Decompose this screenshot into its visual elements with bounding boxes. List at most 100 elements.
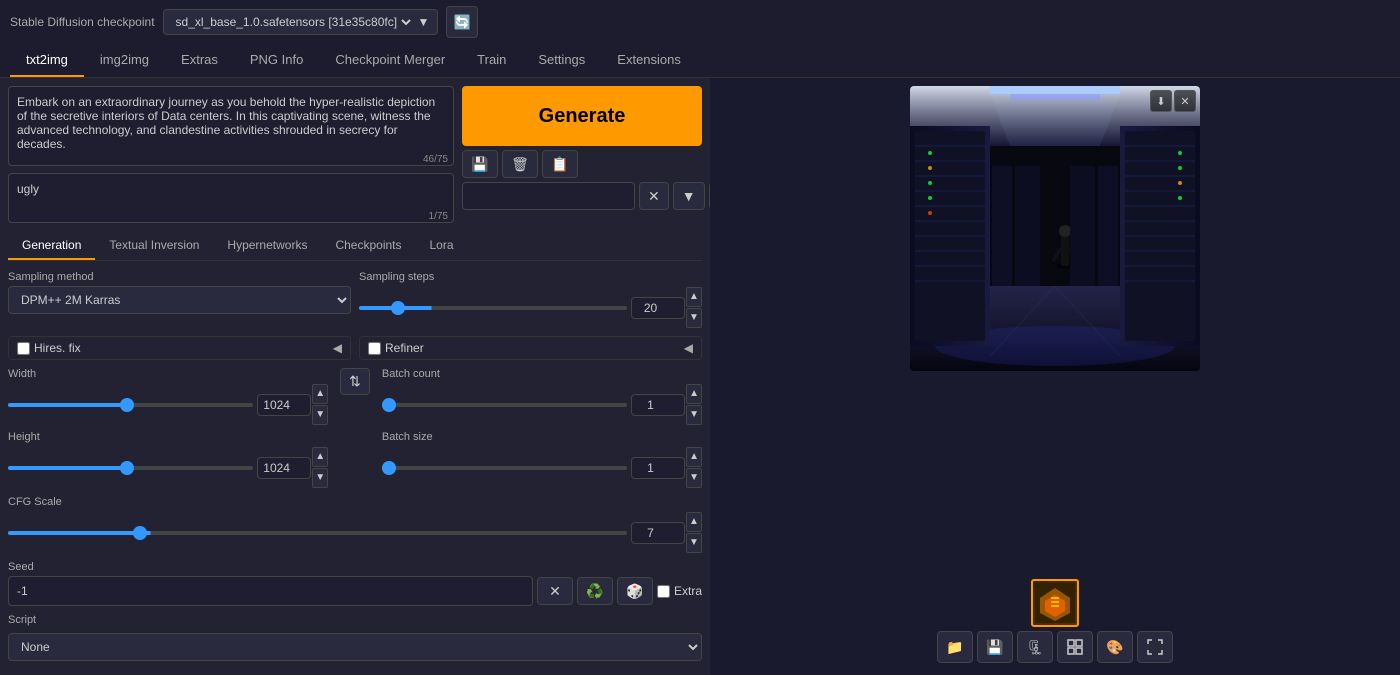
height-down-btn[interactable]: ▼ — [312, 468, 328, 488]
datacenter-svg — [910, 86, 1200, 371]
sampling-row: Sampling method DPM++ 2M Karras Sampling… — [8, 271, 702, 328]
batch-size-slider[interactable] — [382, 466, 627, 470]
batch-count-up-btn[interactable]: ▲ — [686, 384, 702, 404]
refresh-checkpoint-button[interactable]: 🔄 — [446, 6, 478, 38]
batch-count-num: ▲ ▼ — [631, 384, 702, 425]
negative-prompt-input[interactable] — [8, 173, 454, 223]
seed-clear-button[interactable]: ✕ — [537, 577, 573, 605]
image-close-btn[interactable]: ✕ — [1174, 90, 1196, 112]
thumbnail-area — [1031, 579, 1079, 627]
height-up-btn[interactable]: ▲ — [312, 447, 328, 467]
width-input[interactable] — [257, 394, 311, 416]
seed-dice-button[interactable]: 🎲 — [617, 577, 653, 605]
save-btn[interactable]: 💾 — [977, 631, 1013, 663]
generate-button[interactable]: Generate — [462, 86, 702, 146]
positive-prompt-area: 46/75 — [8, 86, 454, 169]
sampling-steps-num: ▲ ▼ — [631, 287, 702, 328]
refiner-checkbox-label[interactable]: Refiner — [368, 341, 424, 355]
tab-checkpoint-merger[interactable]: Checkpoint Merger — [319, 44, 461, 77]
tab-extensions[interactable]: Extensions — [601, 44, 697, 77]
height-label: Height — [8, 431, 328, 443]
tab-settings[interactable]: Settings — [522, 44, 601, 77]
prompt-section: 46/75 1/75 Generate 💾 🗑 📋 — [8, 86, 702, 226]
hires-checkbox[interactable] — [17, 342, 30, 355]
steps-up-btn[interactable]: ▲ — [686, 287, 702, 307]
sampling-method-label: Sampling method — [8, 271, 351, 283]
width-slider-row: ▲ ▼ — [8, 384, 328, 425]
app-container: Stable Diffusion checkpoint sd_xl_base_1… — [0, 0, 1400, 675]
hires-collapse-btn[interactable]: ◀ — [333, 341, 342, 355]
hires-checkbox-label[interactable]: Hires. fix — [17, 341, 81, 355]
inner-tab-lora[interactable]: Lora — [416, 232, 468, 260]
batch-count-input[interactable] — [631, 394, 685, 416]
sampling-method-col: Sampling method DPM++ 2M Karras — [8, 271, 351, 314]
batch-size-label: Batch size — [382, 431, 702, 443]
extra-input[interactable] — [462, 182, 635, 210]
tab-extras[interactable]: Extras — [165, 44, 234, 77]
action-buttons-row: 💾 🗑 📋 — [462, 150, 702, 178]
refiner-collapse-btn[interactable]: ◀ — [684, 341, 693, 355]
cfg-up-btn[interactable]: ▲ — [686, 512, 702, 532]
width-up-btn[interactable]: ▲ — [312, 384, 328, 404]
batch-count-slider-row: ▲ ▼ — [382, 384, 702, 425]
bottom-toolbar: 📁 💾 🗜 🎨 — [937, 627, 1173, 667]
folder-btn[interactable]: 📁 — [937, 631, 973, 663]
refiner-checkbox[interactable] — [368, 342, 381, 355]
height-input[interactable] — [257, 457, 311, 479]
expand-extra-button[interactable]: ▼ — [673, 182, 705, 210]
steps-down-btn[interactable]: ▼ — [686, 308, 702, 328]
tab-img2img[interactable]: img2img — [84, 44, 165, 77]
tab-train[interactable]: Train — [461, 44, 522, 77]
batch-count-down-btn[interactable]: ▼ — [686, 405, 702, 425]
copy-button[interactable]: 📋 — [542, 150, 578, 178]
tab-pnginfo[interactable]: PNG Info — [234, 44, 319, 77]
positive-prompt-input[interactable] — [8, 86, 454, 166]
batch-size-down-btn[interactable]: ▼ — [686, 468, 702, 488]
sampling-steps-slider[interactable] — [359, 306, 627, 310]
extra-checkbox-label[interactable]: Extra — [657, 584, 702, 598]
negative-prompt-area: 1/75 — [8, 173, 454, 226]
inner-tab-hypernetworks[interactable]: Hypernetworks — [213, 232, 321, 260]
height-slider[interactable] — [8, 466, 253, 470]
swap-dimensions-button[interactable]: ⇅ — [340, 368, 370, 395]
height-num: ▲ ▼ — [257, 447, 328, 488]
zip-btn[interactable]: 🗜 — [1017, 631, 1053, 663]
dimensions-batch-row: Width ▲ ▼ — [8, 368, 702, 488]
sampling-steps-slider-row: ▲ ▼ — [359, 287, 702, 328]
tab-txt2img[interactable]: txt2img — [10, 44, 84, 77]
image-controls: ⬇ ✕ — [1150, 90, 1196, 112]
extra-input-row: ✕ ▼ ✏️ — [462, 182, 702, 210]
cfg-slider[interactable] — [8, 531, 627, 535]
batch-size-input[interactable] — [631, 457, 685, 479]
thumbnail-1[interactable] — [1031, 579, 1079, 627]
checkpoint-dropdown[interactable]: sd_xl_base_1.0.safetensors [31e35c80fc] — [172, 14, 414, 30]
width-down-btn[interactable]: ▼ — [312, 405, 328, 425]
extra-checkbox[interactable] — [657, 585, 670, 598]
trash-button[interactable]: 🗑 — [502, 150, 538, 178]
negative-char-count: 1/75 — [429, 211, 448, 222]
image-download-btn[interactable]: ⬇ — [1150, 90, 1172, 112]
inner-tab-checkpoints[interactable]: Checkpoints — [321, 232, 415, 260]
inner-tab-textual-inversion[interactable]: Textual Inversion — [95, 232, 213, 260]
cfg-down-btn[interactable]: ▼ — [686, 533, 702, 553]
generated-image: ⬇ ✕ — [910, 86, 1200, 371]
script-label: Script — [8, 614, 702, 626]
cfg-input[interactable] — [631, 522, 685, 544]
clear-extra-button[interactable]: ✕ — [639, 182, 669, 210]
script-select[interactable]: None — [8, 633, 702, 661]
grid-btn[interactable] — [1057, 631, 1093, 663]
style-btn[interactable]: 🎨 — [1097, 631, 1133, 663]
seed-input[interactable] — [8, 576, 533, 606]
batch-count-slider[interactable] — [382, 403, 627, 407]
save-style-button[interactable]: 💾 — [462, 150, 498, 178]
sampling-method-select[interactable]: DPM++ 2M Karras — [8, 286, 351, 314]
inner-tab-generation[interactable]: Generation — [8, 232, 95, 260]
checkpoint-select-wrapper[interactable]: sd_xl_base_1.0.safetensors [31e35c80fc] … — [163, 9, 439, 35]
sampling-steps-input[interactable] — [631, 297, 685, 319]
fullscreen-btn[interactable] — [1137, 631, 1173, 663]
batch-size-up-btn[interactable]: ▲ — [686, 447, 702, 467]
height-slider-row: ▲ ▼ — [8, 447, 328, 488]
hires-box: Hires. fix ◀ — [8, 336, 351, 360]
seed-recycle-button[interactable]: ♻️ — [577, 577, 613, 605]
width-slider[interactable] — [8, 403, 253, 407]
